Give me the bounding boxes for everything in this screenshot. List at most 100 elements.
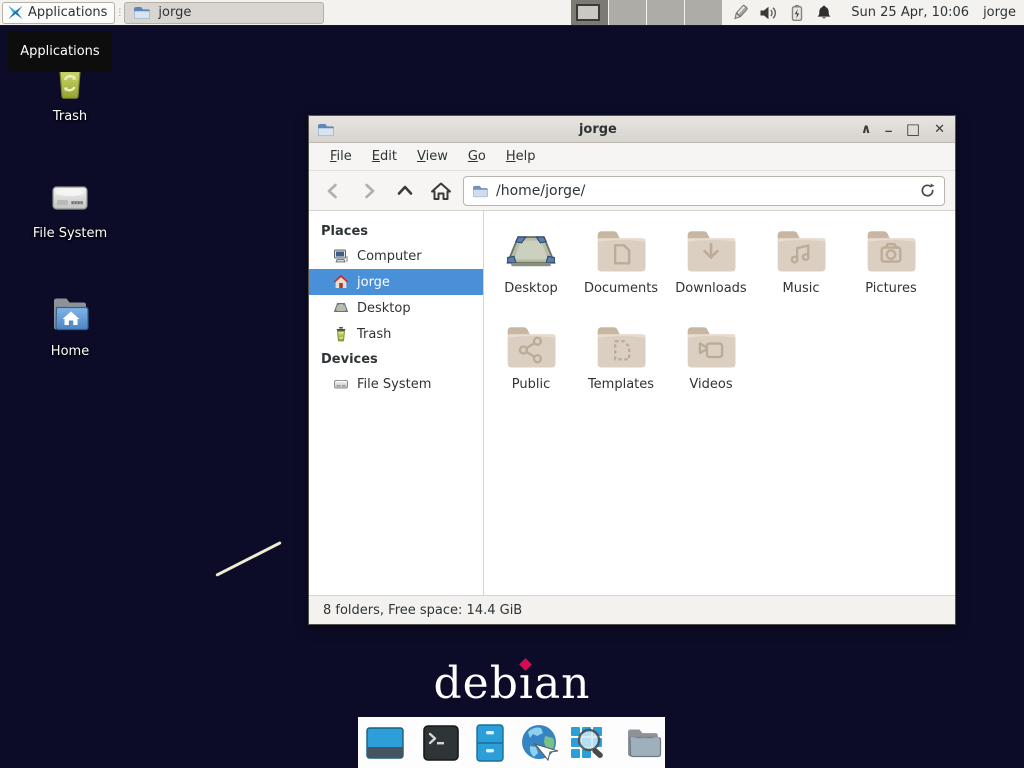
drive-icon xyxy=(333,376,349,392)
menu-help[interactable]: Help xyxy=(497,145,545,168)
folder-public[interactable]: Public xyxy=(486,323,576,419)
location-folder-icon xyxy=(472,184,489,198)
workspace-1[interactable] xyxy=(570,0,608,25)
folder-label: Music xyxy=(783,281,820,296)
web-browser-icon xyxy=(518,722,560,764)
folder-label: Documents xyxy=(584,281,658,296)
panel-handle[interactable]: ⋮ xyxy=(115,8,123,18)
directory-menu-icon xyxy=(623,722,665,764)
folder-music[interactable]: Music xyxy=(756,227,846,323)
folder-templates[interactable]: Templates xyxy=(576,323,666,419)
minimize-button[interactable]: _ xyxy=(885,119,892,132)
battery-icon[interactable] xyxy=(788,4,806,22)
terminal-launcher[interactable] xyxy=(420,722,462,764)
downloads-folder-icon xyxy=(683,227,739,279)
up-button[interactable] xyxy=(391,177,419,205)
sidebar-header-devices: Devices xyxy=(309,347,483,371)
menu-go[interactable]: Go xyxy=(459,145,495,168)
show-desktop-icon xyxy=(364,722,406,764)
trash-icon xyxy=(333,326,349,342)
up-icon xyxy=(395,181,415,201)
sidebar-item-label: Desktop xyxy=(357,301,411,316)
sidebar-item-jorge[interactable]: jorge xyxy=(309,269,483,295)
directory-menu-button[interactable] xyxy=(623,722,665,764)
sidebar-item-computer[interactable]: Computer xyxy=(309,243,483,269)
maximize-button[interactable]: □ xyxy=(906,122,920,137)
location-path[interactable]: /home/jorge/ xyxy=(496,183,912,199)
documents-folder-icon xyxy=(593,227,649,279)
workspace-switcher xyxy=(570,0,722,25)
close-button[interactable]: ✕ xyxy=(934,123,945,136)
applications-menu-button[interactable]: Applications xyxy=(2,2,115,24)
location-bar[interactable]: /home/jorge/ xyxy=(463,176,945,206)
forward-button[interactable] xyxy=(355,177,383,205)
folder-downloads[interactable]: Downloads xyxy=(666,227,756,323)
music-folder-icon xyxy=(773,227,829,279)
window-folder-icon xyxy=(317,122,335,137)
sidebar-item-file-system[interactable]: File System xyxy=(309,371,483,397)
desktop: { "panel": { "applications_label": "Appl… xyxy=(0,0,1024,768)
folder-icon xyxy=(133,5,151,20)
shade-button[interactable]: ∧ xyxy=(861,123,872,136)
file-list: Desktop Documents Downloads Music Pictur… xyxy=(484,211,955,595)
home-icon xyxy=(430,181,452,201)
toolbar: /home/jorge/ xyxy=(309,170,955,211)
folder-label: Videos xyxy=(689,377,732,392)
taskbar-window-button[interactable]: jorge xyxy=(124,2,324,24)
username-label[interactable]: jorge xyxy=(977,5,1024,20)
desktop-icon-label: File System xyxy=(33,226,107,241)
system-tray xyxy=(730,3,833,23)
menu-edit[interactable]: Edit xyxy=(363,145,406,168)
web-browser-launcher[interactable] xyxy=(518,722,560,764)
sidebar-header-places: Places xyxy=(309,219,483,243)
menu-file[interactable]: File xyxy=(321,145,361,168)
file-manager-launcher[interactable] xyxy=(469,722,511,764)
desktop-icon xyxy=(503,227,559,279)
statusbar-text: 8 folders, Free space: 14.4 GiB xyxy=(323,603,522,618)
computer-icon xyxy=(333,248,349,264)
applications-menu-label: Applications xyxy=(28,5,107,20)
folder-documents[interactable]: Documents xyxy=(576,227,666,323)
folder-desktop[interactable]: Desktop xyxy=(486,227,576,323)
templates-folder-icon xyxy=(593,323,649,375)
applications-tooltip: Applications xyxy=(8,31,112,72)
clock[interactable]: Sun 25 Apr, 10:06 xyxy=(843,5,977,20)
home-button[interactable] xyxy=(427,177,455,205)
logo-text-pre: deb xyxy=(433,658,518,709)
folder-pictures[interactable]: Pictures xyxy=(846,227,936,323)
app-finder-launcher[interactable] xyxy=(567,722,609,764)
desktop-icon-label: Trash xyxy=(53,109,87,124)
folder-videos[interactable]: Videos xyxy=(666,323,756,419)
tooltip-text: Applications xyxy=(20,44,99,59)
sidebar-item-label: File System xyxy=(357,377,431,392)
workspace-window-preview xyxy=(576,4,600,21)
desktop-icon-file-system[interactable]: File System xyxy=(22,173,118,241)
back-icon xyxy=(323,181,343,201)
logo-text-post: an xyxy=(534,658,591,709)
window-titlebar[interactable]: jorge ∧ _ □ ✕ xyxy=(309,116,955,143)
back-button[interactable] xyxy=(319,177,347,205)
workspace-3[interactable] xyxy=(646,0,684,25)
folder-label: Public xyxy=(512,377,550,392)
desktop-icon-label: Home xyxy=(51,344,89,359)
workspace-2[interactable] xyxy=(608,0,646,25)
reload-button[interactable] xyxy=(919,182,936,199)
sidebar-item-label: Computer xyxy=(357,249,422,264)
reload-icon xyxy=(919,182,936,199)
home-icon xyxy=(333,274,349,290)
file-manager-window: jorge ∧ _ □ ✕ File Edit View Go Help /ho… xyxy=(308,115,956,625)
folder-label: Desktop xyxy=(504,281,558,296)
debian-wallpaper-logo: debıan xyxy=(0,658,1024,709)
desktop-icon-home[interactable]: Home xyxy=(22,291,118,359)
menu-view[interactable]: View xyxy=(408,145,457,168)
notifications-icon[interactable] xyxy=(815,4,833,21)
stylus-icon[interactable] xyxy=(730,3,750,23)
stray-line-artifact xyxy=(215,541,281,577)
workspace-4[interactable] xyxy=(684,0,722,25)
show-desktop-button[interactable] xyxy=(364,722,406,764)
logo-text-i: ı xyxy=(519,658,534,709)
volume-icon[interactable] xyxy=(759,4,779,22)
sidebar-item-trash[interactable]: Trash xyxy=(309,321,483,347)
sidebar-item-desktop[interactable]: Desktop xyxy=(309,295,483,321)
forward-icon xyxy=(359,181,379,201)
